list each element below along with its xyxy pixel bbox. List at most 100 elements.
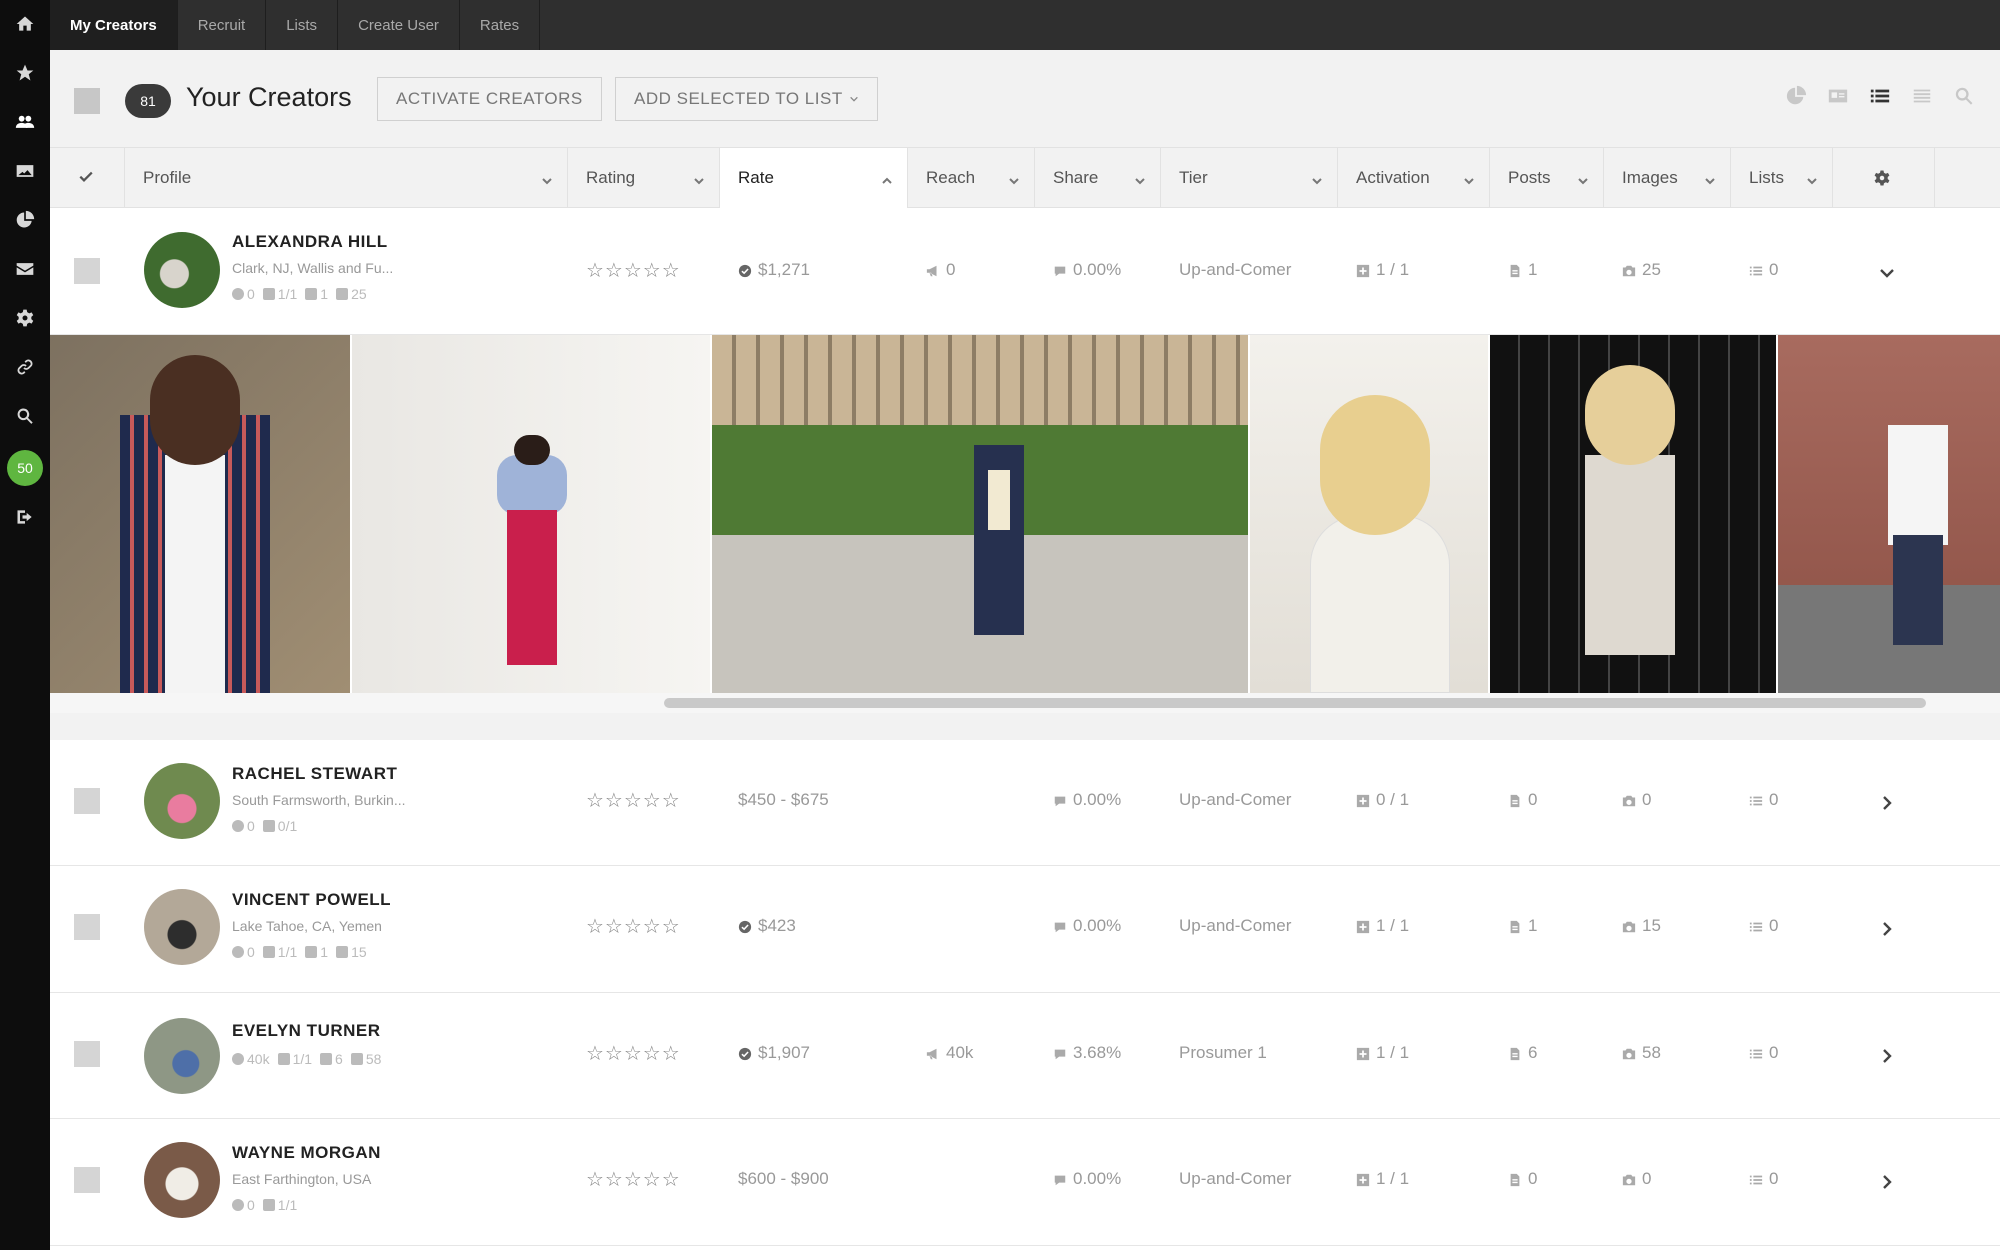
creator-name[interactable]: RACHEL STEWART (232, 764, 397, 784)
list-view-icon[interactable] (1868, 84, 1892, 108)
gallery-scrollbar[interactable] (50, 693, 2000, 713)
row-checkbox[interactable] (74, 788, 100, 814)
creator-name[interactable]: ALEXANDRA HILL (232, 232, 388, 252)
images-cell: 25 (1622, 260, 1661, 280)
mini-posts: 1 (305, 944, 328, 960)
creator-name[interactable]: VINCENT POWELL (232, 890, 391, 910)
creator-location: South Farmsworth, Burkin... (232, 792, 406, 808)
tab-create-user[interactable]: Create User (338, 0, 460, 50)
rating-stars[interactable]: ☆☆☆☆☆ (586, 1041, 681, 1066)
lists-value: 0 (1769, 260, 1779, 279)
chevron-right-icon[interactable] (1878, 1173, 1896, 1191)
creator-count-badge: 81 (125, 84, 171, 118)
creator-name[interactable]: WAYNE MORGAN (232, 1143, 381, 1163)
document-icon (1508, 1046, 1522, 1061)
search-icon[interactable] (1952, 84, 1976, 108)
column-rate[interactable]: Rate (720, 148, 908, 208)
table-row[interactable]: RACHEL STEWART South Farmsworth, Burkin.… (50, 740, 2000, 866)
activate-creators-button[interactable]: ACTIVATE CREATORS (377, 77, 602, 121)
tab-recruit[interactable]: Recruit (178, 0, 267, 50)
page-header: 81 Your Creators ACTIVATE CREATORS ADD S… (50, 50, 2000, 148)
gallery-photo[interactable] (1778, 335, 2000, 693)
tab-my-creators[interactable]: My Creators (50, 0, 178, 50)
rating-stars[interactable]: ☆☆☆☆☆ (586, 258, 681, 283)
chevron-right-icon[interactable] (1878, 794, 1896, 812)
gear-icon[interactable] (0, 298, 50, 338)
camera-icon (1622, 793, 1636, 807)
chevron-right-icon[interactable] (1878, 1047, 1896, 1065)
table-row[interactable]: VINCENT POWELL Lake Tahoe, CA, Yemen 0 1… (50, 866, 2000, 993)
table-row[interactable]: ALEXANDRA HILL Clark, NJ, Wallis and Fu.… (50, 208, 2000, 335)
avatar[interactable] (144, 1018, 220, 1094)
gallery-photo[interactable] (50, 335, 350, 693)
rating-stars[interactable]: ☆☆☆☆☆ (586, 1167, 681, 1192)
users-icon[interactable] (0, 102, 50, 142)
column-reach[interactable]: Reach (908, 148, 1035, 208)
add-selected-to-list-button[interactable]: ADD SELECTED TO LIST (615, 77, 878, 121)
home-icon[interactable] (0, 4, 50, 44)
column-profile[interactable]: Profile (125, 148, 568, 208)
rating-stars[interactable]: ☆☆☆☆☆ (586, 914, 681, 939)
notification-badge[interactable]: 50 (7, 450, 43, 486)
sign-out-icon[interactable] (0, 497, 50, 537)
column-share[interactable]: Share (1035, 148, 1161, 208)
plus-square-icon (1356, 263, 1370, 278)
link-icon[interactable] (0, 347, 50, 387)
table-row[interactable]: EVELYN TURNER 40k 1/1 6 58 ☆☆☆☆☆ $1,907 … (50, 993, 2000, 1119)
creator-location: East Farthington, USA (232, 1171, 372, 1187)
verified-check-icon (738, 1046, 752, 1061)
select-column-header[interactable] (50, 148, 125, 208)
creator-name[interactable]: EVELYN TURNER (232, 1021, 381, 1041)
posts-cell: 1 (1508, 916, 1537, 936)
chevron-down-icon (1008, 172, 1020, 185)
document-icon (1508, 1172, 1522, 1187)
tier-value: Up-and-Comer (1179, 790, 1292, 809)
tab-lists[interactable]: Lists (266, 0, 339, 50)
row-checkbox[interactable] (74, 914, 100, 940)
envelope-icon[interactable] (0, 249, 50, 289)
comment-icon (1053, 263, 1067, 277)
avatar[interactable] (144, 889, 220, 965)
table-row[interactable]: WAYNE MORGAN East Farthington, USA 0 1/1… (50, 1119, 2000, 1246)
avatar[interactable] (144, 763, 220, 839)
row-checkbox[interactable] (74, 258, 100, 284)
column-tier[interactable]: Tier (1161, 148, 1338, 208)
gallery-photo[interactable] (352, 335, 710, 693)
pie-chart-icon[interactable] (0, 200, 50, 240)
images-value: 25 (1642, 260, 1661, 279)
image-icon[interactable] (0, 151, 50, 191)
creator-mini-stats: 0 1/1 1 15 (232, 944, 367, 960)
column-activation[interactable]: Activation (1338, 148, 1490, 208)
avatar[interactable] (144, 1142, 220, 1218)
select-all-checkbox[interactable] (74, 88, 100, 114)
reach-value: 0 (946, 260, 956, 279)
verified-check-icon (738, 263, 752, 278)
column-lists[interactable]: Lists (1731, 148, 1833, 208)
row-checkbox[interactable] (74, 1167, 100, 1193)
search-icon[interactable] (0, 396, 50, 436)
add-selected-label: ADD SELECTED TO LIST (634, 89, 843, 108)
avatar[interactable] (144, 232, 220, 308)
rating-stars[interactable]: ☆☆☆☆☆ (586, 788, 681, 813)
column-images[interactable]: Images (1604, 148, 1731, 208)
list-icon (1749, 1172, 1763, 1186)
share-cell: 0.00% (1053, 790, 1121, 810)
tab-rates[interactable]: Rates (460, 0, 541, 50)
column-rating[interactable]: Rating (568, 148, 720, 208)
rate-value: $423 (758, 916, 796, 935)
gallery-photo[interactable] (1490, 335, 1776, 693)
pie-chart-icon[interactable] (1784, 84, 1808, 108)
column-settings[interactable] (1833, 148, 1935, 208)
scrollbar-thumb[interactable] (664, 698, 1926, 708)
chevron-down-icon[interactable] (1878, 264, 1896, 282)
column-reach-label: Reach (926, 168, 976, 187)
star-icon[interactable] (0, 53, 50, 93)
row-checkbox[interactable] (74, 1041, 100, 1067)
column-posts[interactable]: Posts (1490, 148, 1604, 208)
compact-list-icon[interactable] (1910, 84, 1934, 108)
gallery-photo[interactable] (1250, 335, 1488, 693)
chevron-right-icon[interactable] (1878, 920, 1896, 938)
lists-value: 0 (1769, 916, 1779, 935)
card-view-icon[interactable] (1826, 84, 1850, 108)
gallery-photo[interactable] (712, 335, 1248, 693)
